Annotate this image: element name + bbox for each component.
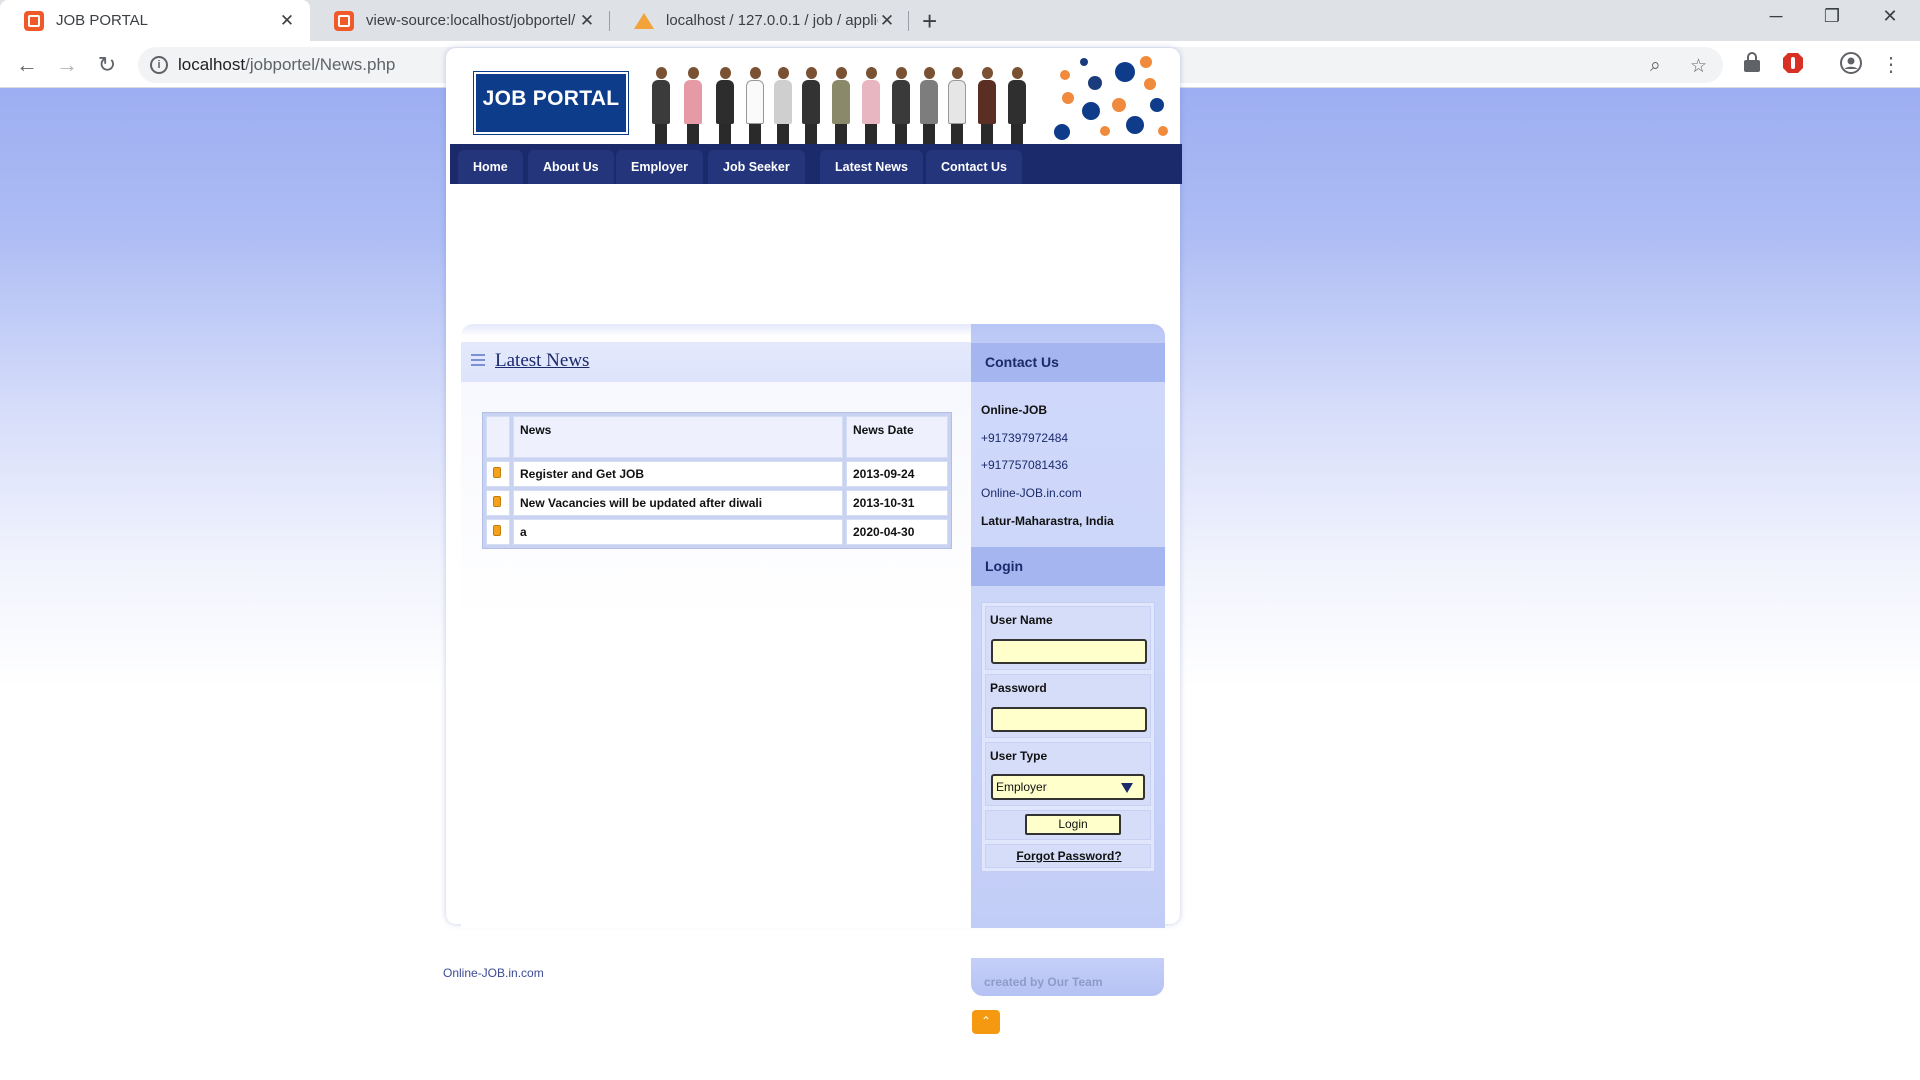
minimize-icon[interactable]: ─ [1756,6,1796,27]
column-header-date: News Date [846,416,948,458]
tab-divider [908,11,909,31]
sidebar: Contact Us Online-JOB +917397972484 +917… [971,324,1165,928]
bullet-icon [486,519,510,545]
chevron-up-icon: ⌃ [980,1014,992,1028]
news-date: 2013-10-31 [846,490,948,516]
password-input[interactable] [991,707,1147,732]
xampp-icon [24,10,44,31]
forgot-password-link[interactable]: Forgot Password? [986,849,1152,863]
nav-home[interactable]: Home [458,150,523,184]
username-input[interactable] [991,639,1147,664]
info-icon[interactable]: i [150,56,168,74]
table-row: a 2020-04-30 [486,519,948,545]
restore-icon[interactable]: ❐ [1812,6,1852,27]
login-header: Login [971,547,1165,586]
nav-about-us[interactable]: About Us [528,150,614,184]
nav-latest-news[interactable]: Latest News [820,150,923,184]
site-logo[interactable]: JOB PORTAL [474,72,628,134]
new-tab-icon[interactable]: + [922,6,937,37]
news-text: New Vacancies will be updated after diwa… [513,490,843,516]
main-navigation: Home About Us Employer Job Seeker Latest… [450,144,1182,184]
table-row: Register and Get JOB 2013-09-24 [486,461,948,487]
tab-job-portal[interactable]: JOB PORTAL ✕ [0,0,310,41]
news-text: Register and Get JOB [513,461,843,487]
tab-phpmyadmin[interactable]: localhost / 127.0.0.1 / job / applic ✕ [610,0,910,41]
news-section-header: Latest News [461,342,971,382]
table-row: New Vacancies will be updated after diwa… [486,490,948,516]
nav-employer[interactable]: Employer [616,150,703,184]
footer-credits: created by Our Team [971,958,1164,996]
usertype-select[interactable]: Employer [991,774,1145,800]
forward-icon[interactable]: → [52,50,82,80]
content-area: Latest News News News Date Register and … [461,324,1165,929]
news-table: News News Date Register and Get JOB 2013… [482,412,952,549]
table-header-row: News News Date [486,416,948,458]
footer-site-name: Online-JOB.in.com [443,966,544,980]
contact-location: Latur-Maharastra, India [981,514,1114,528]
account-icon[interactable] [1839,51,1863,75]
contact-name: Online-JOB [981,403,1048,417]
reload-icon[interactable]: ↻ [92,50,122,80]
news-date: 2013-09-24 [846,461,948,487]
adblock-icon[interactable] [1781,51,1805,75]
password-label: Password [990,681,1047,695]
usertype-label: User Type [990,749,1048,763]
username-label: User Name [990,613,1053,627]
phpmyadmin-icon [634,12,654,29]
login-button[interactable]: Login [1025,814,1121,835]
news-date: 2020-04-30 [846,519,948,545]
news-title[interactable]: Latest News [495,350,589,372]
bullet-icon [486,461,510,487]
bookmark-star-icon[interactable]: ☆ [1690,55,1707,78]
contact-phone-1: +917397972484 [981,431,1069,445]
login-form: User Name Password User Type Employer Lo… [981,602,1155,872]
news-column: Latest News News News Date Register and … [461,324,971,928]
scroll-to-top-button[interactable]: ⌃ [972,1010,1000,1034]
icon-column-header [486,416,510,458]
tab-title: view-source:localhost/jobportel/ [366,12,576,29]
tab-title: JOB PORTAL [56,12,148,29]
extension-lock-icon[interactable] [1740,51,1764,75]
close-icon[interactable]: ✕ [878,11,896,31]
login-button-row: Login [985,810,1151,840]
forgot-row: Forgot Password? [985,844,1151,868]
contact-header: Contact Us [971,343,1165,382]
news-text: a [513,519,843,545]
usertype-row: User Type Employer [985,742,1151,806]
password-row: Password [985,674,1151,738]
usertype-selected-value: Employer [996,780,1047,794]
bullet-icon [486,490,510,516]
close-icon[interactable]: ✕ [278,11,296,31]
contact-website: Online-JOB.in.com [981,486,1082,500]
dropdown-arrow-icon [1121,783,1133,793]
url-text: localhost/jobportel/News.php [178,55,396,74]
back-icon[interactable]: ← [12,50,42,80]
nav-contact-us[interactable]: Contact Us [926,150,1022,184]
tab-view-source[interactable]: view-source:localhost/jobportel/ ✕ [310,0,610,41]
banner-people-image [646,62,1046,144]
username-row: User Name [985,606,1151,670]
column-header-news: News [513,416,843,458]
window-close-icon[interactable]: ✕ [1870,6,1910,27]
zoom-icon[interactable]: ⌕ [1650,55,1661,77]
contact-phone-2: +917757081436 [981,458,1069,472]
browser-tab-strip: JOB PORTAL ✕ view-source:localhost/jobpo… [0,0,1920,41]
list-icon [471,354,485,366]
xampp-icon [334,10,354,31]
nav-job-seeker[interactable]: Job Seeker [708,150,805,184]
tab-title: localhost / 127.0.0.1 / job / applic [666,12,878,29]
close-icon[interactable]: ✕ [578,11,596,31]
site-banner: JOB PORTAL [450,52,1176,144]
menu-kebab-icon[interactable]: ⋮ [1876,50,1906,80]
